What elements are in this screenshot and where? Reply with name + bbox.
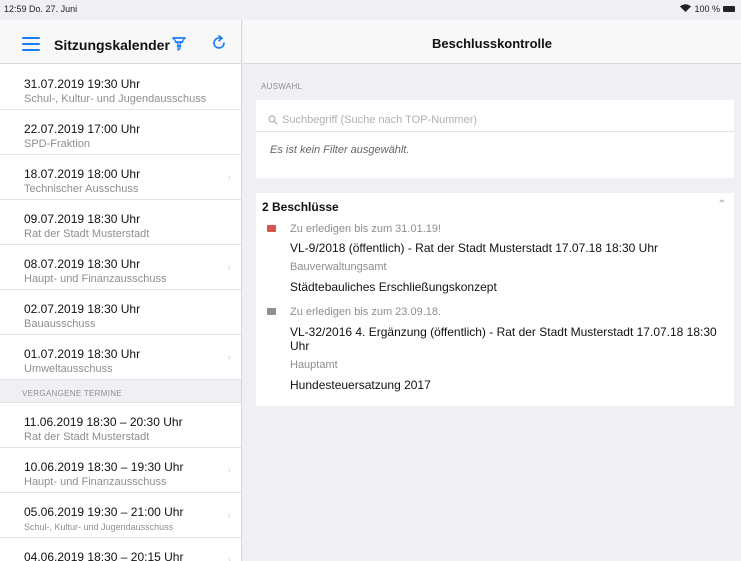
past-meeting-item[interactable]: 11.06.2019 18:30 – 20:30 Uhr Rat der Sta… xyxy=(0,403,241,448)
meeting-item[interactable]: 08.07.2019 18:30 Uhr Haupt- und Finanzau… xyxy=(0,245,241,290)
resolution-entry[interactable]: Zu erledigen bis zum 23.09.18. VL-32/201… xyxy=(256,303,734,392)
chevron-right-icon: › xyxy=(227,262,231,273)
past-meeting-item[interactable]: 10.06.2019 18:30 – 19:30 Uhr Haupt- und … xyxy=(0,448,241,493)
meeting-item[interactable]: 09.07.2019 18:30 Uhr Rat der Stadt Muste… xyxy=(0,200,241,245)
subject: Städtebauliches Erschließungskonzept xyxy=(290,280,497,294)
meeting-datetime: 04.06.2019 18:30 – 20:15 Uhr xyxy=(24,550,184,561)
results-count: 2 Beschlüsse xyxy=(262,200,339,214)
chevron-up-icon[interactable]: ⌃ xyxy=(718,199,726,210)
due-date: Zu erledigen bis zum 31.01.19! xyxy=(290,223,442,235)
meeting-committee: Rat der Stadt Musterstadt xyxy=(24,431,150,443)
meeting-datetime: 08.07.2019 18:30 Uhr xyxy=(24,257,141,271)
subject: Hundesteuersatzung 2017 xyxy=(290,378,431,392)
chevron-right-icon: › xyxy=(227,352,231,363)
meeting-datetime: 18.07.2019 18:00 Uhr xyxy=(24,167,141,181)
sidebar-title: Sitzungskalender xyxy=(54,37,170,53)
main-navbar: Beschlusskontrolle xyxy=(243,20,741,64)
meeting-datetime: 10.06.2019 18:30 – 19:30 Uhr xyxy=(24,460,184,474)
past-meetings-header: VERGANGENE TERMINE xyxy=(0,380,241,403)
due-date: Zu erledigen bis zum 23.09.18. xyxy=(290,306,442,318)
department: Bauverwaltungsamt xyxy=(290,261,387,273)
wifi-icon xyxy=(680,4,692,14)
battery-percent: 100 % xyxy=(694,4,720,14)
meeting-datetime: 05.06.2019 19:30 – 21:00 Uhr xyxy=(24,505,184,519)
flag-icon xyxy=(267,225,276,232)
results-card: 2 Beschlüsse ⌃ Zu erledigen bis zum 31.0… xyxy=(256,193,734,406)
search-icon xyxy=(268,115,278,125)
status-bar: 12:59 Do. 27. Juni 100 % xyxy=(0,0,741,20)
meeting-committee: Rat der Stadt Musterstadt xyxy=(24,228,150,240)
status-indicators: 100 % xyxy=(680,4,735,14)
meeting-committee: Haupt- und Finanzausschuss xyxy=(24,273,167,285)
meeting-list: 31.07.2019 19:30 Uhr Schul-, Kultur- und… xyxy=(0,65,241,561)
meeting-item[interactable]: 01.07.2019 18:30 Uhr Umweltausschuss › xyxy=(0,335,241,380)
meeting-datetime: 31.07.2019 19:30 Uhr xyxy=(24,77,141,91)
meeting-committee: Schul-, Kultur- und Jugendausschuss xyxy=(24,93,207,105)
results-heading[interactable]: 2 Beschlüsse ⌃ xyxy=(256,193,734,220)
search-input[interactable]: Suchbegriff (Suche nach TOP-Nummer) xyxy=(256,100,734,132)
meeting-item[interactable]: 18.07.2019 18:00 Uhr Technischer Ausschu… xyxy=(0,155,241,200)
meeting-committee: Haupt- und Finanzausschuss xyxy=(24,476,167,488)
chevron-right-icon: › xyxy=(227,465,231,476)
meeting-datetime: 11.06.2019 18:30 – 20:30 Uhr xyxy=(24,415,183,429)
chevron-right-icon: › xyxy=(227,555,231,561)
past-meeting-item[interactable]: 04.06.2019 18:30 – 20:15 Uhr › xyxy=(0,538,241,561)
selection-section-label: AUSWAHL xyxy=(261,82,303,91)
meeting-committee: Technischer Ausschuss xyxy=(24,183,139,195)
meeting-committee: Umweltausschuss xyxy=(24,363,113,375)
refresh-icon[interactable] xyxy=(211,35,227,51)
resolution-title: VL-32/2016 4. Ergänzung (öffentlich) - R… xyxy=(290,325,717,353)
resolution-entry[interactable]: Zu erledigen bis zum 31.01.19! VL-9/2018… xyxy=(256,220,734,294)
meeting-item[interactable]: 22.07.2019 17:00 Uhr SPD-Fraktion xyxy=(0,110,241,155)
main-panel: Beschlusskontrolle AUSWAHL Suchbegriff (… xyxy=(243,20,741,561)
past-meeting-item[interactable]: 05.06.2019 19:30 – 21:00 Uhr Schul-, Kul… xyxy=(0,493,241,538)
meeting-item[interactable]: 02.07.2019 18:30 Uhr Bauausschuss xyxy=(0,290,241,335)
search-card: Suchbegriff (Suche nach TOP-Nummer) Es i… xyxy=(256,100,734,178)
resolution-title: VL-9/2018 (öffentlich) - Rat der Stadt M… xyxy=(290,241,658,255)
filter-status[interactable]: Es ist kein Filter ausgewählt. xyxy=(256,132,734,170)
filter-icon[interactable] xyxy=(172,36,186,52)
battery-icon xyxy=(723,6,735,12)
chevron-right-icon: › xyxy=(227,510,231,521)
meeting-item[interactable]: 31.07.2019 19:30 Uhr Schul-, Kultur- und… xyxy=(0,65,241,110)
department: Hauptamt xyxy=(290,359,338,371)
flag-icon xyxy=(267,308,276,315)
search-placeholder: Suchbegriff (Suche nach TOP-Nummer) xyxy=(282,114,478,126)
meeting-committee: SPD-Fraktion xyxy=(24,138,91,150)
meeting-datetime: 09.07.2019 18:30 Uhr xyxy=(24,212,141,226)
chevron-right-icon: › xyxy=(227,172,231,183)
meeting-datetime: 22.07.2019 17:00 Uhr xyxy=(24,122,141,136)
meeting-committee: Bauausschuss xyxy=(24,318,96,330)
hamburger-menu-icon[interactable] xyxy=(22,37,40,51)
meeting-datetime: 02.07.2019 18:30 Uhr xyxy=(24,302,141,316)
sidebar: Sitzungskalender 31.07.2019 19:30 Uhr Sc… xyxy=(0,20,242,561)
sidebar-navbar: Sitzungskalender xyxy=(0,20,241,64)
meeting-datetime: 01.07.2019 18:30 Uhr xyxy=(24,347,141,361)
meeting-committee: Schul-, Kultur- und Jugendausschuss xyxy=(24,522,174,532)
page-title: Beschlusskontrolle xyxy=(432,36,552,51)
status-time-date: 12:59 Do. 27. Juni xyxy=(4,4,78,14)
